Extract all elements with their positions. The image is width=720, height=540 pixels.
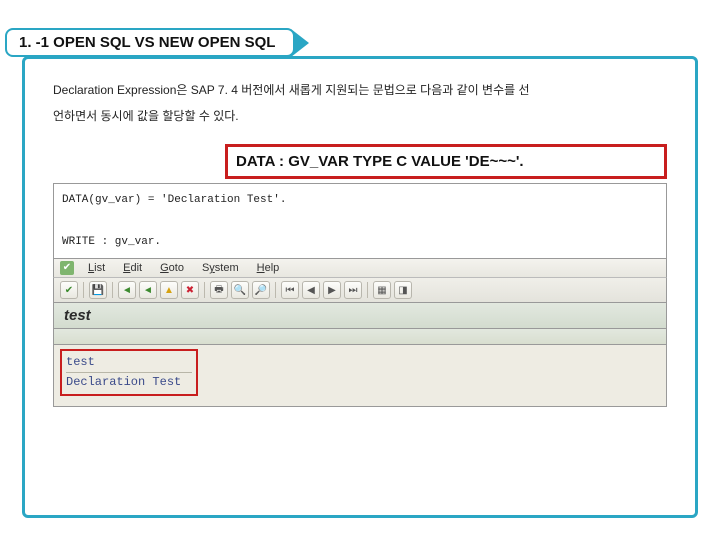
toolbar-sep [112, 282, 113, 298]
code-block: DATA(gv_var) = 'Declaration Test'. WRITE… [53, 183, 667, 259]
section-band [53, 329, 667, 345]
up-icon[interactable]: ▲ [160, 281, 178, 299]
toolbar-sep [83, 282, 84, 298]
syntax-highlight-box: DATA : GV_VAR TYPE C VALUE 'DE~~~'. [225, 144, 667, 179]
menu-list[interactable]: List [80, 262, 113, 274]
menu-system[interactable]: System [194, 262, 247, 274]
toolbar: ✔ 💾 ◄ ◄ ▲ ✖ 🖶 🔍 🔎 ⏮ ◀ ▶ ⏭ ▦ ◨ [53, 278, 667, 303]
code-line-1: DATA(gv_var) = 'Declaration Test'. [62, 190, 658, 211]
next-page-icon[interactable]: ▶ [323, 281, 341, 299]
output-highlight-box: test Declaration Test [60, 349, 198, 396]
toolbar-sep [204, 282, 205, 298]
desc-line-2: 언하면서 동시에 값을 할당할 수 있다. [53, 103, 667, 129]
desc-line-1: Declaration Expression은 SAP 7. 4 버전에서 새롭… [53, 77, 667, 103]
ribbon-label: 1. -1 OPEN SQL VS NEW OPEN SQL [5, 28, 295, 57]
prev-page-icon[interactable]: ◀ [302, 281, 320, 299]
findnext-icon[interactable]: 🔎 [252, 281, 270, 299]
back-icon[interactable]: ◄ [118, 281, 136, 299]
save-icon[interactable]: 💾 [89, 281, 107, 299]
content-frame: Declaration Expression은 SAP 7. 4 버전에서 새롭… [22, 56, 698, 518]
print-icon[interactable]: 🖶 [210, 281, 228, 299]
first-page-icon[interactable]: ⏮ [281, 281, 299, 299]
menu-help[interactable]: Help [249, 262, 288, 274]
output-row-2: Declaration Test [66, 373, 192, 392]
layout-icon[interactable]: ▦ [373, 281, 391, 299]
output-area: test Declaration Test [53, 345, 667, 407]
toolbar-sep [275, 282, 276, 298]
last-page-icon[interactable]: ⏭ [344, 281, 362, 299]
description-text: Declaration Expression은 SAP 7. 4 버전에서 새롭… [25, 77, 695, 130]
menu-bar: ✔ List Edit Goto System Help [53, 258, 667, 278]
menu-edit[interactable]: Edit [115, 262, 150, 274]
exit-icon[interactable]: ◄ [139, 281, 157, 299]
graphic-icon[interactable]: ◨ [394, 281, 412, 299]
cancel-icon[interactable]: ✖ [181, 281, 199, 299]
enter-icon[interactable]: ✔ [60, 281, 78, 299]
code-line-2: WRITE : gv_var. [62, 232, 658, 253]
menu-check-icon[interactable]: ✔ [60, 261, 74, 275]
menu-goto[interactable]: Goto [152, 262, 192, 274]
title-ribbon: 1. -1 OPEN SQL VS NEW OPEN SQL [5, 28, 309, 57]
find-icon[interactable]: 🔍 [231, 281, 249, 299]
output-row-1: test [66, 353, 192, 373]
toolbar-sep [367, 282, 368, 298]
section-title: test [53, 303, 667, 329]
